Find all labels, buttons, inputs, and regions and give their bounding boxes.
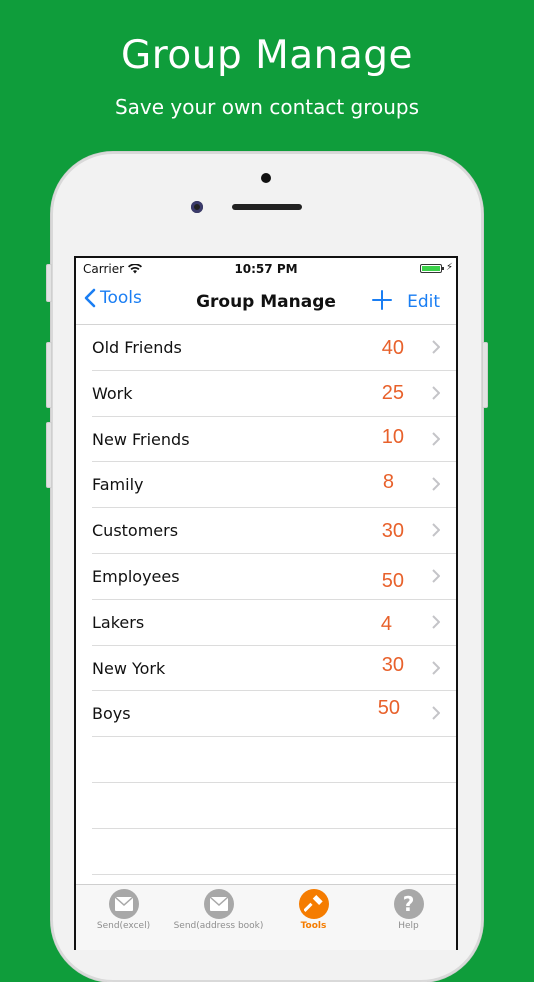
chevron-right-icon: [432, 706, 440, 721]
group-count: 8: [382, 471, 394, 494]
chevron-right-icon: [432, 660, 440, 675]
group-name: New York: [92, 658, 166, 678]
chevron-right-icon: [432, 569, 440, 583]
promo-subtitle: Save your own contact groups: [114, 95, 420, 119]
group-row-employees[interactable]: Employees 50: [92, 554, 456, 600]
promo-title: Group Manage: [120, 33, 414, 78]
earpiece-speaker: [232, 204, 302, 210]
chevron-right-icon: [432, 477, 440, 492]
empty-row: [92, 737, 456, 783]
add-group-button[interactable]: [372, 290, 392, 314]
question-icon: ?: [393, 889, 424, 919]
group-name: Employees: [92, 566, 180, 586]
group-name: Family: [92, 475, 144, 495]
app-screen: Carrier 10:57 PM ⚡ Tools Group Manage Ed…: [74, 256, 458, 950]
tab-label: Send(excel): [96, 921, 151, 931]
group-count: 40: [381, 337, 404, 359]
charging-icon: ⚡: [445, 262, 453, 273]
group-name: Old Friends: [92, 338, 182, 357]
chevron-right-icon: [432, 386, 440, 400]
group-name: New Friends: [92, 429, 190, 449]
tab-label: Tools: [300, 921, 327, 931]
group-count: 30: [381, 653, 404, 676]
group-row-lakers[interactable]: Lakers 4: [92, 600, 456, 646]
chevron-right-icon: [432, 615, 440, 629]
group-list: Old Friends 40 Work 25 New Friends 10 Fa…: [76, 325, 456, 875]
volume-down-button: [46, 422, 52, 488]
empty-row: [92, 829, 456, 875]
group-name: Lakers: [92, 612, 145, 632]
group-row-customers[interactable]: Customers 30: [92, 508, 456, 554]
edit-button[interactable]: Edit: [407, 292, 440, 312]
tab-label: Send(address book): [173, 921, 264, 931]
chevron-right-icon: [432, 523, 440, 537]
group-name: Customers: [92, 521, 179, 541]
tab-bar: Send(excel) Send(address book) Tools ? H…: [76, 884, 456, 950]
group-count: 50: [377, 697, 400, 720]
chevron-right-icon: [432, 431, 440, 446]
group-row-boys[interactable]: Boys 50: [92, 691, 456, 738]
envelope-icon: [108, 889, 139, 919]
hammer-icon: [298, 889, 329, 919]
status-bar: Carrier 10:57 PM ⚡: [76, 258, 456, 280]
group-count: 10: [381, 425, 404, 448]
group-count: 4: [380, 612, 392, 635]
group-name: Work: [92, 383, 133, 403]
plus-icon: [372, 290, 392, 310]
group-count: 50: [381, 569, 404, 592]
group-row-new-york[interactable]: New York 30: [92, 646, 456, 692]
group-row-old-friends[interactable]: Old Friends 40: [92, 325, 456, 371]
tab-send-excel[interactable]: Send(excel): [76, 885, 171, 950]
mute-switch: [46, 264, 52, 302]
page-title: Group Manage: [196, 292, 336, 312]
front-camera: [191, 201, 203, 213]
tab-help[interactable]: ? Help: [361, 885, 456, 950]
group-row-family[interactable]: Family 8: [92, 462, 456, 509]
group-row-work[interactable]: Work 25: [92, 371, 456, 417]
group-name: Boys: [92, 704, 131, 724]
group-row-new-friends[interactable]: New Friends 10: [92, 417, 456, 463]
power-button: [482, 342, 488, 408]
group-count: 30: [381, 520, 404, 543]
tab-tools[interactable]: Tools: [266, 885, 361, 950]
tab-label: Help: [398, 921, 419, 931]
front-sensor: [261, 173, 271, 183]
volume-up-button: [46, 342, 52, 408]
status-time: 10:57 PM: [234, 262, 298, 276]
navigation-bar: Tools Group Manage Edit: [76, 280, 456, 325]
battery-icon: [420, 264, 444, 273]
chevron-right-icon: [432, 340, 440, 354]
group-count: 25: [381, 381, 404, 404]
tab-send-address-book[interactable]: Send(address book): [171, 885, 266, 950]
envelope-icon: [203, 889, 234, 919]
empty-row: [92, 783, 456, 829]
